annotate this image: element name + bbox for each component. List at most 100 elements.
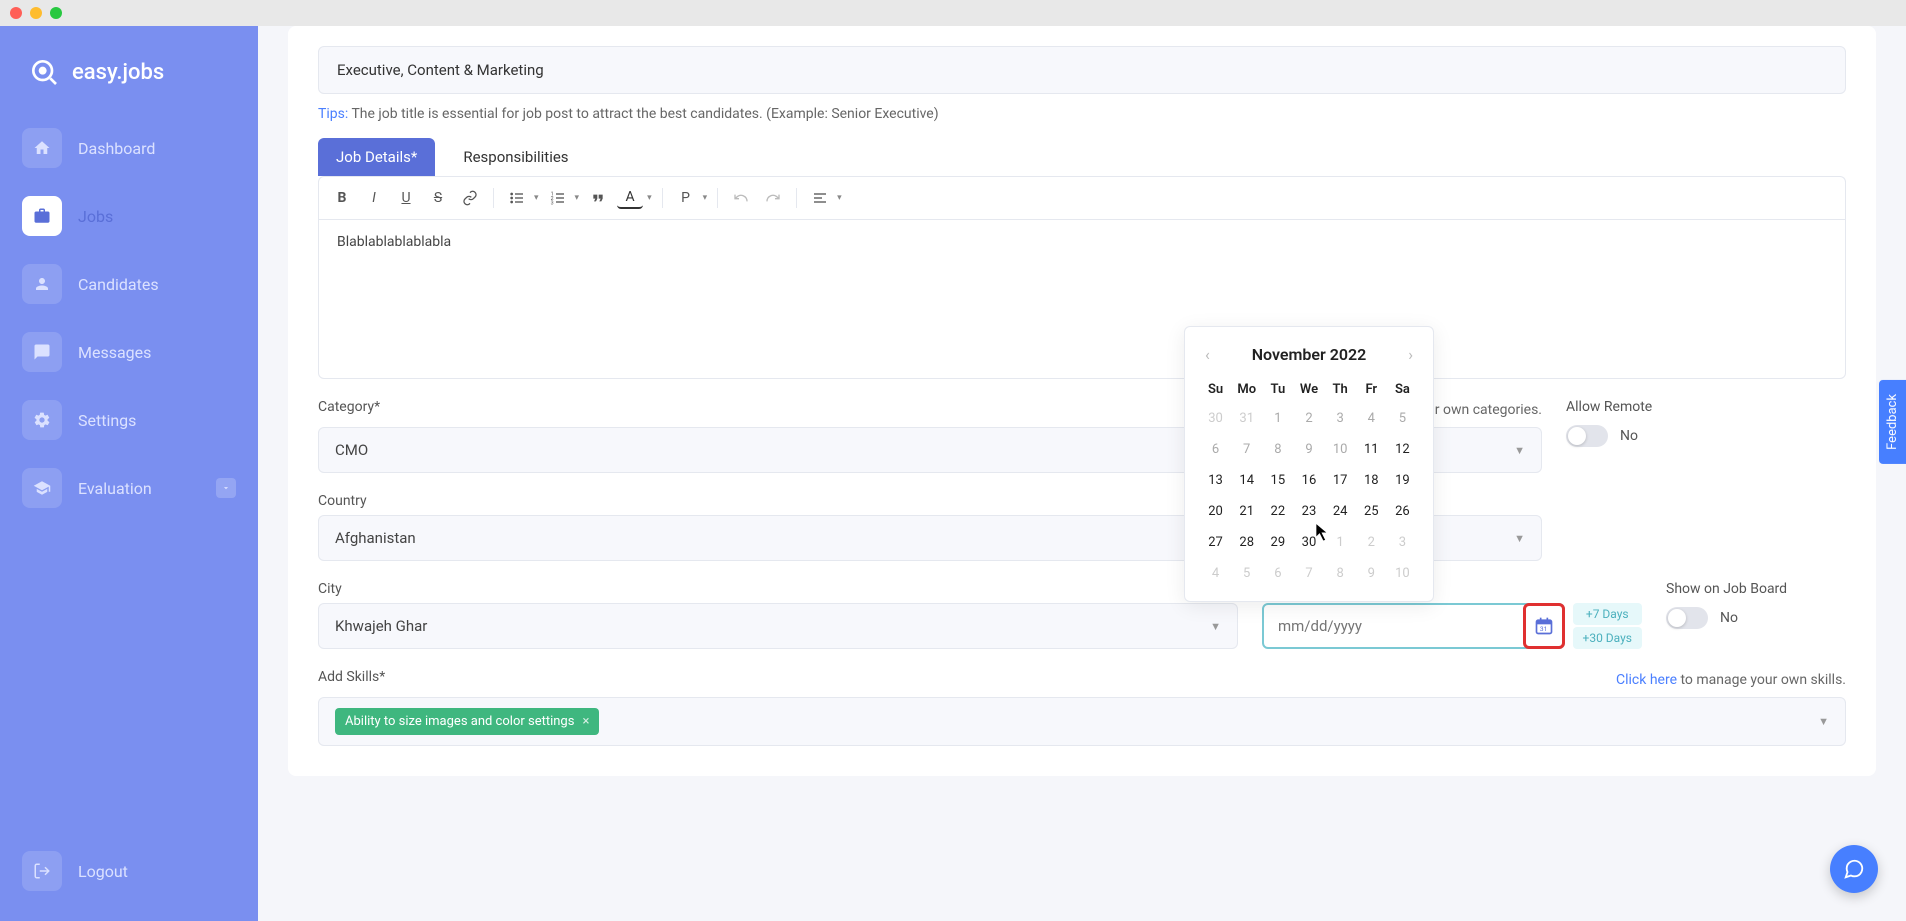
calendar-day[interactable]: 22 (1263, 498, 1292, 525)
calendar-next[interactable]: › (1404, 341, 1417, 368)
show-job-board-toggle[interactable] (1666, 607, 1708, 629)
calendar-day[interactable]: 14 (1232, 467, 1261, 494)
calendar-day[interactable]: 1 (1326, 529, 1355, 556)
caret-down-icon: ▼ (1514, 444, 1525, 457)
calendar-day[interactable]: 7 (1232, 436, 1261, 463)
calendar-title: November 2022 (1252, 345, 1367, 364)
calendar-button[interactable]: 31 (1523, 603, 1565, 649)
quick-30-days[interactable]: +30 Days (1573, 627, 1642, 649)
calendar-day[interactable]: 3 (1388, 529, 1417, 556)
category-label: Category* (318, 399, 380, 415)
calendar-day[interactable]: 5 (1232, 560, 1261, 587)
calendar-day[interactable]: 29 (1263, 529, 1292, 556)
sidebar: easy.jobs Dashboard Jobs Candidates Mess… (0, 26, 258, 921)
underline-icon[interactable]: U (393, 185, 419, 211)
skills-select[interactable]: Ability to size images and color setting… (318, 697, 1846, 746)
calendar-day[interactable]: 18 (1357, 467, 1386, 494)
calendar-day[interactable]: 12 (1388, 436, 1417, 463)
chevron-down-icon[interactable]: ▾ (703, 193, 708, 203)
graduation-icon (22, 468, 62, 508)
calendar-day[interactable]: 24 (1326, 498, 1355, 525)
quote-icon[interactable] (585, 185, 611, 211)
city-select[interactable]: Khwajeh Ghar ▼ (318, 603, 1238, 649)
nav: Dashboard Jobs Candidates Messages Setti… (18, 118, 240, 901)
redo-icon[interactable] (760, 185, 786, 211)
link-icon[interactable] (457, 185, 483, 211)
window-minimize-dot[interactable] (30, 7, 42, 19)
calendar-day[interactable]: 30 (1201, 405, 1230, 432)
date-input[interactable] (1264, 605, 1523, 647)
skill-tag: Ability to size images and color setting… (335, 708, 599, 735)
paragraph-format[interactable]: P (673, 185, 699, 211)
calendar-prev[interactable]: ‹ (1201, 341, 1214, 368)
align-icon[interactable] (807, 185, 833, 211)
calendar-day[interactable]: 9 (1294, 436, 1323, 463)
calendar-day[interactable]: 2 (1357, 529, 1386, 556)
quick-7-days[interactable]: +7 Days (1573, 603, 1642, 625)
calendar-day[interactable]: 27 (1201, 529, 1230, 556)
calendar-day[interactable]: 30 (1294, 529, 1323, 556)
text-color-icon[interactable]: A (617, 187, 643, 209)
chevron-down-icon[interactable]: ▾ (534, 193, 539, 203)
calendar-day[interactable]: 6 (1263, 560, 1292, 587)
feedback-tab[interactable]: Feedback (1879, 380, 1906, 464)
calendar-day[interactable]: 15 (1263, 467, 1292, 494)
chat-fab[interactable] (1830, 845, 1878, 893)
calendar-day[interactable]: 6 (1201, 436, 1230, 463)
tab-responsibilities[interactable]: Responsibilities (445, 138, 586, 176)
calendar-day[interactable]: 10 (1388, 560, 1417, 587)
window-close-dot[interactable] (10, 7, 22, 19)
calendar-day[interactable]: 4 (1357, 405, 1386, 432)
numbered-list-icon[interactable]: 123 (545, 185, 571, 211)
allow-remote-toggle[interactable] (1566, 425, 1608, 447)
calendar-day[interactable]: 19 (1388, 467, 1417, 494)
chevron-down-icon[interactable]: ▾ (647, 193, 652, 203)
sidebar-item-logout[interactable]: Logout (18, 841, 240, 901)
sidebar-item-evaluation[interactable]: Evaluation (18, 458, 240, 518)
bullet-list-icon[interactable] (504, 185, 530, 211)
calendar-day[interactable]: 11 (1357, 436, 1386, 463)
calendar-day[interactable]: 7 (1294, 560, 1323, 587)
editor-content[interactable]: Blablablablablabla (318, 219, 1846, 379)
svg-text:31: 31 (1539, 625, 1546, 633)
tips-link[interactable]: Tips: (318, 106, 348, 122)
calendar-day[interactable]: 5 (1388, 405, 1417, 432)
calendar-dow: Mo (1232, 378, 1261, 401)
sidebar-item-dashboard[interactable]: Dashboard (18, 118, 240, 178)
calendar-day[interactable]: 21 (1232, 498, 1261, 525)
tab-job-details[interactable]: Job Details* (318, 138, 435, 176)
manage-skills-link[interactable]: Click here (1616, 672, 1677, 688)
italic-icon[interactable]: I (361, 185, 387, 211)
calendar-day[interactable]: 25 (1357, 498, 1386, 525)
job-title-input[interactable] (318, 46, 1846, 94)
sidebar-item-jobs[interactable]: Jobs (18, 186, 240, 246)
toolbar-separator (796, 188, 797, 208)
calendar-day[interactable]: 9 (1357, 560, 1386, 587)
sidebar-item-settings[interactable]: Settings (18, 390, 240, 450)
bold-icon[interactable]: B (329, 185, 355, 211)
sidebar-item-messages[interactable]: Messages (18, 322, 240, 382)
calendar-day[interactable]: 26 (1388, 498, 1417, 525)
calendar-day[interactable]: 17 (1326, 467, 1355, 494)
calendar-day[interactable]: 10 (1326, 436, 1355, 463)
calendar-day[interactable]: 8 (1263, 436, 1292, 463)
calendar-day[interactable]: 23 (1294, 498, 1323, 525)
calendar-day[interactable]: 28 (1232, 529, 1261, 556)
window-maximize-dot[interactable] (50, 7, 62, 19)
calendar-day[interactable]: 16 (1294, 467, 1323, 494)
calendar-day[interactable]: 8 (1326, 560, 1355, 587)
chevron-down-icon[interactable]: ▾ (575, 193, 580, 203)
undo-icon[interactable] (728, 185, 754, 211)
strikethrough-icon[interactable]: S (425, 185, 451, 211)
calendar-day[interactable]: 3 (1326, 405, 1355, 432)
calendar-day[interactable]: 20 (1201, 498, 1230, 525)
sidebar-item-candidates[interactable]: Candidates (18, 254, 240, 314)
calendar-day[interactable]: 2 (1294, 405, 1323, 432)
calendar-day[interactable]: 4 (1201, 560, 1230, 587)
calendar-day[interactable]: 13 (1201, 467, 1230, 494)
remove-skill-icon[interactable]: × (582, 714, 589, 729)
calendar-day[interactable]: 31 (1232, 405, 1261, 432)
sidebar-item-label: Settings (78, 411, 236, 430)
calendar-day[interactable]: 1 (1263, 405, 1292, 432)
chevron-down-icon[interactable]: ▾ (837, 193, 842, 203)
